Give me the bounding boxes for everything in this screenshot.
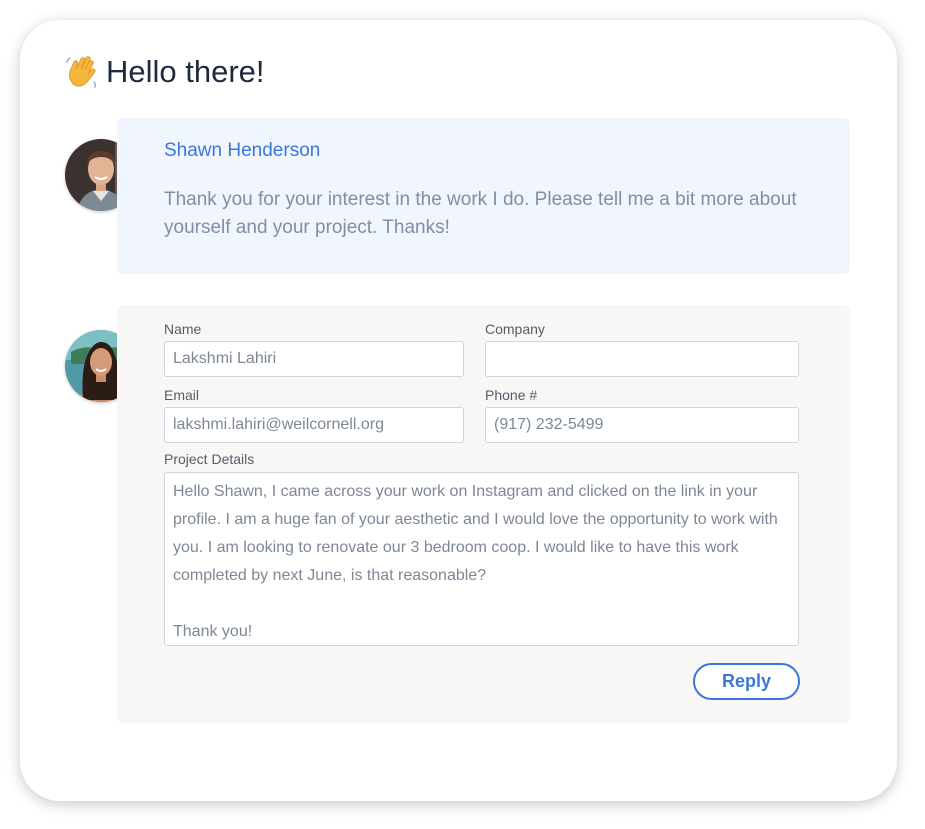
name-input[interactable] (164, 341, 464, 377)
company-input[interactable] (485, 341, 799, 377)
conversation-card: Hello there! Shawn Henderson Thank you f… (20, 20, 897, 801)
project-details-label: Project Details (164, 451, 255, 467)
company-label: Company (485, 321, 545, 337)
reply-button[interactable]: Reply (693, 663, 800, 700)
greeting-header: Hello there! (64, 50, 265, 94)
email-label: Email (164, 387, 200, 403)
phone-label: Phone # (485, 387, 538, 403)
message-text: Thank you for your interest in the work … (164, 189, 797, 238)
name-label: Name (164, 321, 202, 337)
phone-input[interactable] (485, 407, 799, 443)
reply-form: Name Company Email Phone # Project Detai… (117, 305, 850, 723)
greeting-text: Hello there! (106, 54, 265, 89)
waving-hand-icon (64, 54, 100, 90)
project-details-textarea[interactable]: Hello Shawn, I came across your work on … (164, 472, 799, 646)
sender-name: Shawn Henderson (164, 140, 321, 161)
email-input[interactable] (164, 407, 464, 443)
incoming-message: Shawn Henderson Thank you for your inter… (117, 118, 850, 274)
